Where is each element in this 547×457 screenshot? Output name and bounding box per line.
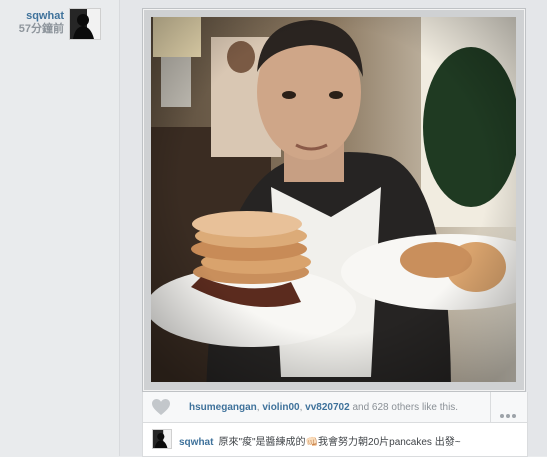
like-user-link[interactable]: violin00 xyxy=(262,402,299,413)
post-meta: sqwhat 57分鐘前 xyxy=(4,10,64,36)
and-text: and xyxy=(349,402,372,413)
avatar-silhouette-icon xyxy=(70,9,100,39)
caption-text: sqwhat 原來"痠"是醬練成的👊🏻我會努力朝20片pancakes 出發~ xyxy=(179,433,461,448)
heart-icon xyxy=(152,399,170,415)
avatar-silhouette-icon xyxy=(153,430,171,448)
like-user-link[interactable]: vv820702 xyxy=(305,402,350,413)
post-photo[interactable] xyxy=(151,17,516,382)
likes-suffix: others like this. xyxy=(388,402,459,413)
caption-body: 原來"痠"是醬練成的👊🏻我會努力朝20片pancakes 出發~ xyxy=(218,437,461,448)
likes-summary: hsumegangan, violin00, vv820702 and 628 … xyxy=(189,402,458,413)
post-timestamp[interactable]: 57分鐘前 xyxy=(4,23,64,36)
more-options-button[interactable] xyxy=(490,392,527,422)
like-button[interactable] xyxy=(151,398,171,416)
like-user-link[interactable]: hsumegangan xyxy=(189,402,257,413)
left-column: sqwhat 57分鐘前 xyxy=(0,0,120,456)
actions-bar: hsumegangan, violin00, vv820702 and 628 … xyxy=(142,392,528,423)
more-dots-icon xyxy=(500,405,518,423)
photo-image xyxy=(151,17,516,382)
caption-username[interactable]: sqwhat xyxy=(179,437,213,448)
likes-count[interactable]: 628 xyxy=(372,402,389,413)
caption-bar: sqwhat 原來"痠"是醬練成的👊🏻我會努力朝20片pancakes 出發~ xyxy=(142,423,528,457)
post-username[interactable]: sqwhat xyxy=(4,10,64,23)
caption-avatar[interactable] xyxy=(152,429,172,449)
avatar[interactable] xyxy=(69,8,101,40)
